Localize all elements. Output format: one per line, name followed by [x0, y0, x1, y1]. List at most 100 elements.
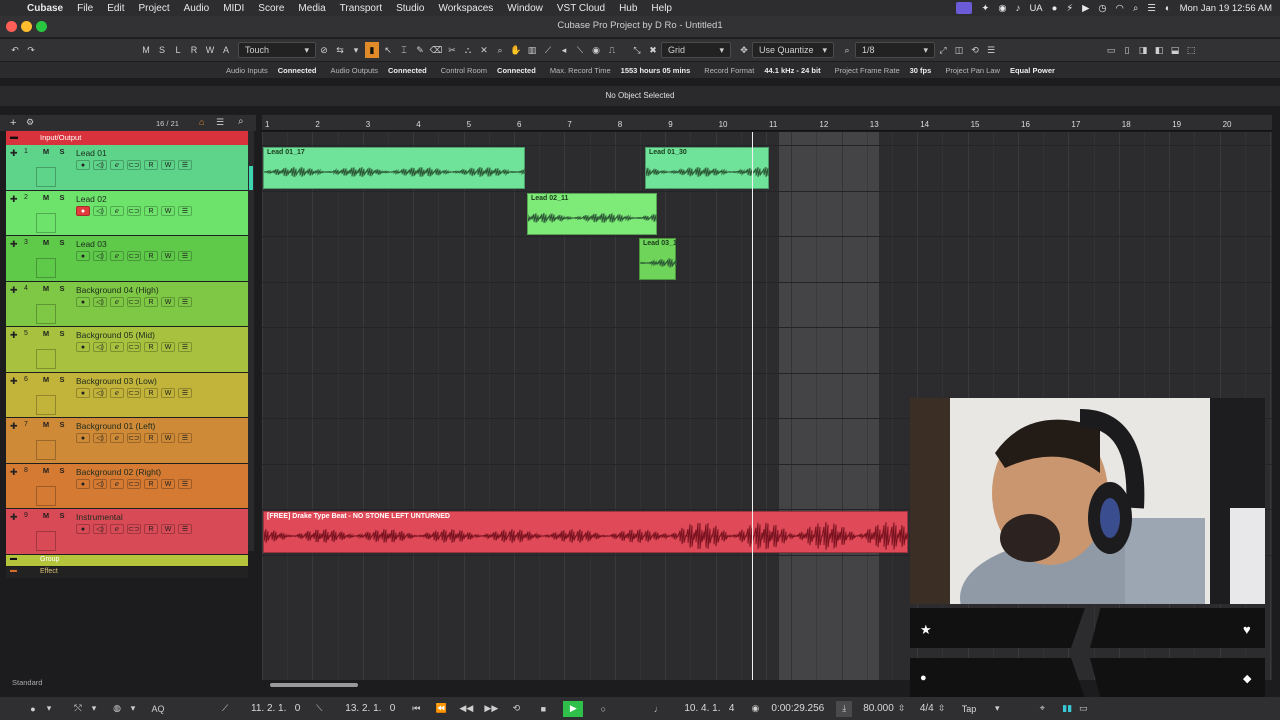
track-name[interactable]: Background 01 (Left) — [76, 421, 155, 431]
cycle-range[interactable] — [779, 132, 879, 680]
track-3[interactable]: ✚ 3 M S Lead 03 ● ◁) ℯ ⊂⊃ R W ☰ — [6, 236, 248, 282]
constrain-delay-icon[interactable]: ⊘ — [317, 42, 331, 58]
write-automation-button[interactable]: W — [161, 342, 175, 352]
performance-meter-icon[interactable]: ▭ — [1076, 701, 1090, 717]
forward-icon[interactable]: ▶▶ — [484, 701, 498, 717]
read-automation-button[interactable]: R — [144, 205, 158, 216]
track-lane-toggle[interactable] — [36, 485, 56, 506]
track-mute-button[interactable]: M — [39, 147, 53, 157]
search-icon[interactable]: ⌕ — [238, 116, 244, 127]
audio-event[interactable]: Lead 03_1 — [639, 238, 677, 280]
global-mute-button[interactable]: M — [139, 42, 153, 58]
track-solo-button[interactable]: S — [55, 329, 69, 339]
timeline-ruler[interactable]: 1 2 3 4 5 6 7 8 9 10 11 12 13 14 15 16 17 18 19 20 — [262, 115, 1272, 131]
signature-stepper-icon[interactable]: ⇳ — [935, 701, 949, 717]
iterative-quantize-icon[interactable]: ⤢ — [936, 42, 950, 58]
zoom-tool-icon[interactable]: ⌕ — [493, 42, 507, 58]
marker-icon[interactable]: ⌖ — [1035, 701, 1049, 717]
track-arm-icon[interactable]: ✚ — [10, 467, 18, 478]
write-automation-button[interactable]: W — [161, 387, 175, 398]
track-menu-icon[interactable]: ☰ — [178, 205, 192, 216]
monitor-button[interactable]: ◁) — [93, 478, 107, 489]
undo-icon[interactable]: ↶ — [8, 42, 22, 58]
read-automation-button[interactable]: R — [144, 342, 158, 352]
record-enable-button[interactable]: ● — [76, 296, 90, 307]
track-list-scrollbar[interactable] — [248, 131, 254, 551]
track-name[interactable]: Background 05 (Mid) — [76, 330, 155, 340]
listen-button[interactable]: L — [171, 42, 185, 58]
menu-hub[interactable]: Hub — [612, 3, 644, 14]
nudge-icon[interactable]: ⎍ — [605, 42, 619, 58]
track-arm-icon[interactable]: ✚ — [10, 239, 18, 250]
read-automation-button[interactable]: R — [144, 478, 158, 489]
input-language[interactable]: UA — [1029, 3, 1042, 14]
track-arm-icon[interactable]: ✚ — [10, 512, 18, 523]
track-name[interactable]: Background 03 (Low) — [76, 376, 157, 386]
edit-channel-icon[interactable]: ℯ — [110, 160, 124, 170]
link-icon[interactable]: ⊂⊃ — [127, 342, 141, 352]
sparkle-icon[interactable]: ✦ — [981, 3, 989, 14]
track-preset-icon[interactable]: ⚙ — [26, 117, 34, 128]
previous-marker-icon[interactable]: ⏪ — [434, 701, 448, 717]
automation-mode-select[interactable]: Touch ▾ — [238, 42, 316, 58]
menu-workspaces[interactable]: Workspaces — [431, 3, 500, 14]
settings-dropdown-icon[interactable]: ▾ — [87, 701, 101, 717]
read-automation-button[interactable]: R — [144, 433, 158, 443]
edit-channel-icon[interactable]: ℯ — [110, 478, 124, 489]
track-mute-button[interactable]: M — [39, 329, 53, 339]
link-icon[interactable]: ⊂⊃ — [127, 524, 141, 534]
track-arm-icon[interactable]: ✚ — [10, 148, 18, 159]
primary-time-display[interactable]: 10. 4. 1. 4 — [684, 703, 734, 714]
snap-type-select[interactable]: Grid ▾ — [661, 42, 731, 58]
track-solo-button[interactable]: S — [55, 466, 69, 476]
global-read-button[interactable]: R — [187, 42, 201, 58]
split-tool-icon[interactable]: ✂ — [445, 42, 459, 58]
record-mode-icon[interactable]: ● — [26, 701, 40, 717]
folder-effect[interactable]: ▬ Effect — [6, 567, 248, 578]
cycle-toggle-icon[interactable]: ⟲ — [509, 701, 523, 717]
track-lane-toggle[interactable] — [36, 303, 56, 324]
right-locator-value[interactable]: 13. 2. 1. 0 — [345, 703, 395, 714]
window-zones-icon[interactable]: ☰ — [984, 42, 998, 58]
arrow-tool-icon[interactable]: ↖ — [381, 42, 395, 58]
record-enable-button[interactable]: ● — [76, 160, 90, 170]
wifi-icon[interactable]: ◠ — [1116, 3, 1124, 14]
folder-group[interactable]: ▬ Group — [6, 555, 248, 566]
track-visibility-icon[interactable]: ☰ — [216, 117, 224, 128]
track-8[interactable]: ✚ 8 M S Background 02 (Right) ● ◁) ℯ ⊂⊃ R W ☰ — [6, 463, 248, 509]
track-lane-toggle[interactable] — [36, 349, 56, 369]
precount-dropdown-icon[interactable]: ▾ — [126, 701, 140, 717]
read-automation-button[interactable]: R — [144, 160, 158, 170]
read-automation-button[interactable]: R — [144, 296, 158, 307]
track-4[interactable]: ✚ 4 M S Background 04 (High) ● ◁) ℯ ⊂⊃ R W ☰ — [6, 281, 248, 327]
tempo-stepper-icon[interactable]: ⇳ — [895, 701, 909, 717]
write-automation-button[interactable]: W — [161, 160, 175, 170]
link-icon[interactable]: ⊂⊃ — [127, 387, 141, 398]
track-menu-icon[interactable]: ☰ — [178, 478, 192, 489]
track-9[interactable]: ✚ 9 M S Instrumental ● ◁) ℯ ⊂⊃ R W ☰ — [6, 509, 248, 555]
track-mute-button[interactable]: M — [39, 193, 53, 203]
track-menu-icon[interactable]: ☰ — [178, 160, 192, 170]
zone-icon[interactable]: ◫ — [952, 42, 966, 58]
write-automation-button[interactable]: W — [161, 478, 175, 489]
screen-record-icon[interactable] — [956, 2, 973, 14]
grid-icon[interactable]: ✥ — [737, 42, 751, 58]
track-menu-icon[interactable]: ☰ — [178, 433, 192, 443]
edit-channel-icon[interactable]: ℯ — [110, 205, 124, 216]
tap-dropdown-icon[interactable]: ▾ — [990, 701, 1004, 717]
track-mute-button[interactable]: M — [39, 375, 53, 385]
horizontal-scrollbar[interactable] — [270, 683, 358, 687]
discord-icon[interactable]: ◉ — [998, 3, 1006, 14]
layout-bottom-icon[interactable]: ⬓ — [1168, 42, 1182, 58]
track-mute-button[interactable]: M — [39, 420, 53, 430]
layout-right-icon[interactable]: ◧ — [1152, 42, 1166, 58]
track-menu-icon[interactable]: ☰ — [178, 296, 192, 307]
track-mute-button[interactable]: M — [39, 284, 53, 294]
line-tool-icon[interactable]: ⟍ — [573, 42, 587, 58]
monitor-button[interactable]: ◁) — [93, 160, 107, 170]
menu-midi[interactable]: MIDI — [216, 3, 251, 14]
audio-event[interactable]: Lead 02_11 — [527, 193, 658, 235]
link-icon[interactable]: ⊂⊃ — [127, 433, 141, 443]
right-locator-icon[interactable]: ⟍ — [312, 701, 326, 717]
menu-studio[interactable]: Studio — [389, 3, 431, 14]
